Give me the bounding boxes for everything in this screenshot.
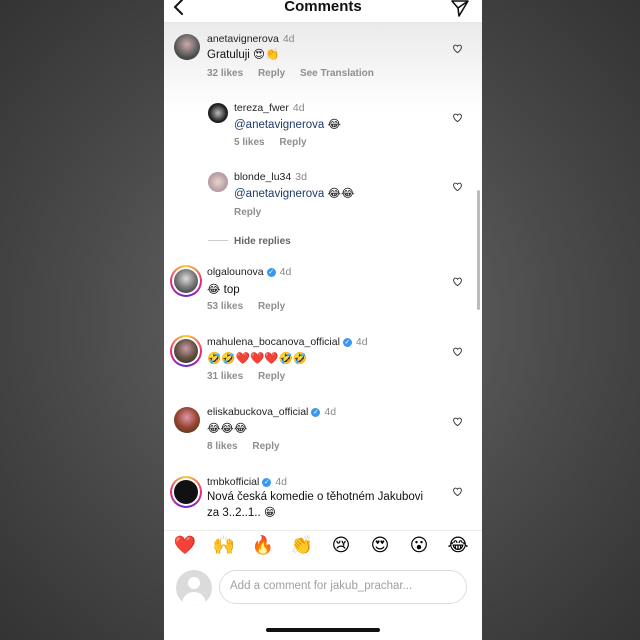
comment-text: Gratuluji 😍👏: [207, 49, 280, 61]
emoji-crying[interactable]: 😢: [328, 535, 354, 556]
mention-link[interactable]: @anetavignerova: [234, 119, 324, 131]
comment-time: 4d: [279, 266, 292, 278]
verified-badge-icon: ✓: [311, 408, 321, 417]
avatar[interactable]: [174, 269, 198, 293]
avatar-head-shape: [188, 577, 200, 589]
reply-button[interactable]: Reply: [258, 301, 285, 312]
comment-time: 3d: [295, 171, 307, 183]
reply-button[interactable]: Reply: [279, 137, 306, 148]
tmbk-logo-avatar[interactable]: [174, 480, 198, 504]
comment-meta: 8 likes Reply: [207, 441, 292, 452]
comment-time: 4d: [275, 476, 288, 488]
story-ring[interactable]: [170, 335, 202, 367]
comment-meta: Reply: [234, 207, 273, 218]
comment-text: @anetavignerova 😂😂: [234, 186, 354, 200]
reply-button[interactable]: Reply: [258, 68, 285, 79]
avatar-body-shape: [182, 592, 206, 606]
emoji-fire[interactable]: 🔥: [250, 535, 276, 556]
avatar[interactable]: [174, 34, 200, 60]
emoji-heart-eyes[interactable]: 😍: [367, 535, 393, 556]
reply-button[interactable]: Reply: [234, 207, 261, 218]
avatar[interactable]: [174, 339, 198, 363]
comment-username[interactable]: eliskabuckova_official ✓ 4d: [207, 406, 336, 418]
heart-icon[interactable]: [452, 486, 463, 497]
avatar[interactable]: [174, 407, 200, 433]
page-title: Comments: [284, 0, 362, 15]
home-indicator: [266, 628, 380, 632]
hide-replies-button[interactable]: Hide replies: [208, 236, 291, 247]
comment-text: 😂😂😂: [207, 423, 248, 435]
heart-icon[interactable]: [452, 276, 463, 287]
comment-time: 4d: [324, 406, 337, 418]
comment-time: 4d: [355, 336, 368, 348]
comment-meta: 32 likes Reply See Translation: [207, 68, 386, 79]
emoji-raised-hands[interactable]: 🙌: [211, 535, 237, 556]
likes-count[interactable]: 5 likes: [234, 137, 265, 148]
comment-username[interactable]: tmbkofficial ✓ 4d: [207, 476, 287, 488]
avatar[interactable]: [208, 172, 228, 192]
mention-link[interactable]: @anetavignerova: [234, 188, 324, 200]
phone-screen: Comments anetavignerova 4d Gratuluji 😍👏 3…: [164, 0, 482, 640]
username-text[interactable]: mahulena_bocanova_official: [207, 336, 340, 348]
verified-badge-icon: ✓: [262, 478, 272, 487]
likes-count[interactable]: 53 likes: [207, 301, 243, 312]
story-ring[interactable]: [170, 265, 202, 297]
comment-text: 🤣🤣❤️❤️❤️🤣🤣: [207, 353, 308, 365]
username-text[interactable]: anetavignerova: [207, 33, 279, 45]
comment-text: 😂 top: [207, 284, 240, 296]
own-avatar: [176, 570, 212, 606]
reply-button[interactable]: Reply: [252, 441, 279, 452]
comment-text-line2: za 3..2..1.. 😁: [207, 507, 276, 519]
send-icon[interactable]: [450, 0, 470, 18]
comment-text-line1: Nová česká komedie o těhotném Jakubovi: [207, 491, 424, 503]
username-text[interactable]: eliskabuckova_official: [207, 406, 308, 418]
emoji-surprised[interactable]: 😮: [406, 535, 432, 556]
comment-username[interactable]: mahulena_bocanova_official ✓ 4d: [207, 336, 368, 348]
heart-icon[interactable]: [452, 43, 463, 54]
top-bar: Comments: [164, 0, 482, 23]
reply-button[interactable]: Reply: [258, 371, 285, 382]
see-translation-button[interactable]: See Translation: [300, 68, 374, 79]
username-text[interactable]: olgalounova: [207, 266, 264, 278]
heart-icon[interactable]: [452, 346, 463, 357]
comment-time: 4d: [292, 102, 305, 114]
heart-icon[interactable]: [452, 112, 463, 123]
verified-badge-icon: ✓: [342, 338, 352, 347]
comment-emoji: 😂😂: [327, 188, 355, 200]
username-text[interactable]: tereza_fwer: [234, 102, 289, 114]
avatar[interactable]: [208, 103, 228, 123]
divider-line: [208, 240, 228, 241]
comment-input[interactable]: Add a comment for jakub_prachar...: [219, 570, 467, 604]
heart-icon[interactable]: [452, 416, 463, 427]
verified-badge-icon: ✓: [266, 268, 276, 277]
comment-emoji: 😂: [327, 119, 341, 131]
likes-count[interactable]: 8 likes: [207, 441, 238, 452]
comment-username[interactable]: anetavignerova 4d: [207, 33, 295, 45]
emoji-laughing[interactable]: 😂: [445, 535, 471, 556]
comment-username[interactable]: olgalounova ✓ 4d: [207, 266, 291, 278]
comment-username[interactable]: tereza_fwer 4d: [234, 102, 305, 114]
comment-text: @anetavignerova 😂: [234, 117, 341, 131]
comment-meta: 31 likes Reply: [207, 371, 297, 382]
likes-count[interactable]: 31 likes: [207, 371, 243, 382]
hide-replies-label[interactable]: Hide replies: [234, 236, 291, 247]
scrollbar[interactable]: [477, 190, 480, 310]
comment-username[interactable]: blonde_lu34 3d: [234, 171, 307, 183]
heart-icon[interactable]: [452, 181, 463, 192]
username-text[interactable]: tmbkofficial: [207, 476, 259, 488]
comment-time: 4d: [282, 33, 295, 45]
quick-emoji-bar: ❤️ 🙌 🔥 👏 😢 😍 😮 😂: [164, 530, 482, 563]
username-text[interactable]: blonde_lu34: [234, 171, 291, 183]
emoji-clap[interactable]: 👏: [289, 535, 315, 556]
comment-meta: 5 likes Reply: [234, 137, 319, 148]
emoji-heart[interactable]: ❤️: [172, 535, 198, 556]
story-ring[interactable]: [170, 476, 202, 508]
comment-meta: 53 likes Reply: [207, 301, 297, 312]
likes-count[interactable]: 32 likes: [207, 68, 243, 79]
